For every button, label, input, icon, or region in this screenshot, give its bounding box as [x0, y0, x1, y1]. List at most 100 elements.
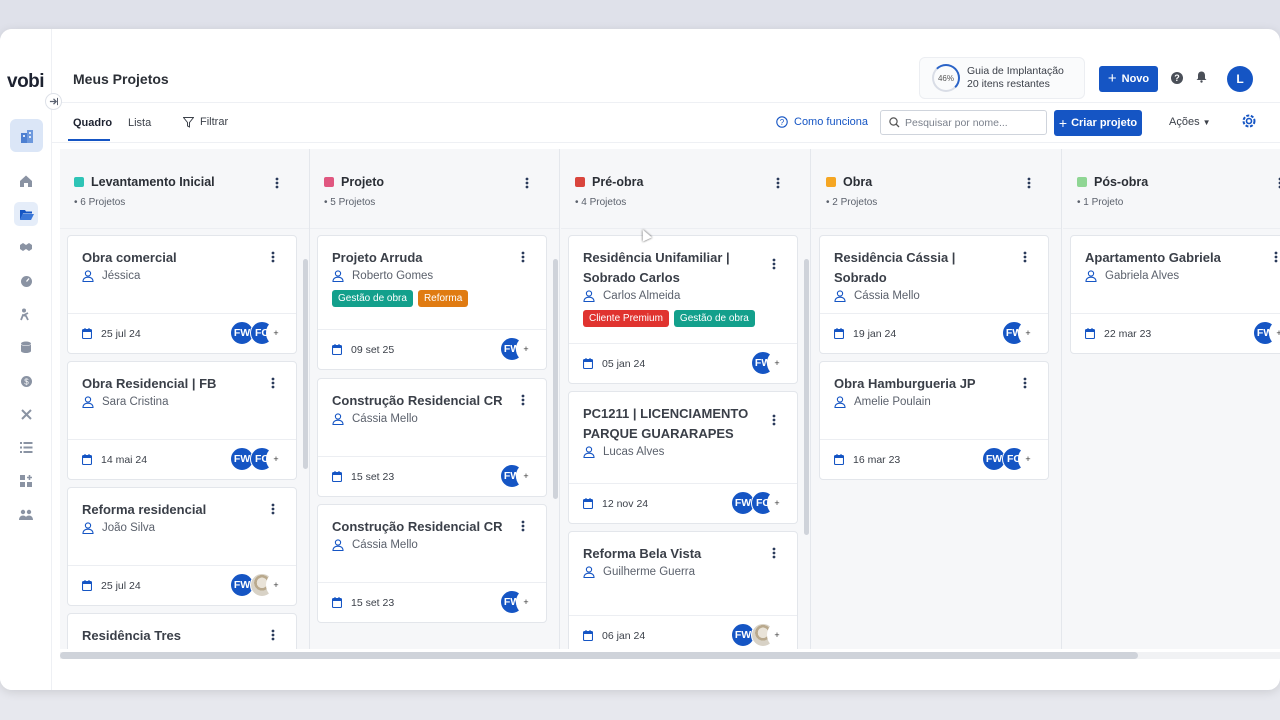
card-menu-button[interactable] [268, 251, 278, 263]
horizontal-scrollbar[interactable] [60, 652, 1138, 659]
assignee-avatars[interactable]: FW FC + [230, 447, 286, 471]
project-title[interactable]: Obra comercial [82, 248, 282, 268]
card-menu-button[interactable] [1020, 251, 1030, 263]
card-menu-button[interactable] [769, 414, 779, 426]
tag-badge[interactable]: Gestão de obra [673, 310, 755, 327]
project-card[interactable]: PC1211 | LICENCIAMENTO PARQUE GUARARAPES… [568, 391, 798, 524]
tag-badge[interactable]: Reforma [417, 290, 469, 307]
project-title[interactable]: Residência Cássia | Sobrado [834, 248, 1034, 288]
assignee-avatars[interactable]: FW+ [1253, 321, 1280, 345]
sidebar-item-apps[interactable] [14, 469, 38, 493]
column-menu-button[interactable] [1024, 177, 1034, 189]
bell-icon[interactable] [1196, 71, 1207, 86]
assignee-avatars[interactable]: FW+ [230, 573, 286, 597]
filter-button[interactable]: Filtrar [183, 116, 228, 128]
add-assignee-button[interactable]: + [1018, 321, 1038, 345]
assignee-avatars[interactable]: FW+ [500, 590, 536, 614]
project-title[interactable]: Obra Residencial | FB [82, 374, 282, 394]
assignee-avatars[interactable]: FW FC + [731, 491, 787, 515]
add-assignee-button[interactable]: + [767, 491, 787, 515]
implementation-guide[interactable]: 46% Guia de Implantação 20 itens restant… [919, 57, 1085, 99]
project-title[interactable]: Residência Tres [82, 626, 282, 646]
column-scrollbar[interactable] [303, 259, 308, 469]
column-menu-button[interactable] [522, 177, 532, 189]
assignee-avatars[interactable]: FW+ [500, 337, 536, 361]
tag-badge[interactable]: Cliente Premium [583, 310, 669, 327]
sidebar-item-tools[interactable] [14, 402, 38, 426]
sidebar-item-finance[interactable]: $ [14, 369, 38, 393]
settings-gear-icon[interactable] [1240, 112, 1258, 135]
sidebar-item-home[interactable] [14, 169, 38, 193]
add-assignee-button[interactable]: + [767, 351, 787, 375]
sidebar-item-team[interactable] [14, 502, 38, 526]
column-scrollbar[interactable] [553, 259, 558, 499]
project-card[interactable]: Residência Tres [67, 613, 297, 649]
project-title[interactable]: Obra Hamburgueria JP [834, 374, 1034, 394]
project-card[interactable]: Obra Residencial | FB Sara Cristina 14 mai… [67, 361, 297, 480]
assignee-avatars[interactable]: FW+ [751, 351, 787, 375]
project-title[interactable]: Projeto Arruda [332, 248, 532, 268]
tab-quadro[interactable]: Quadro [73, 117, 112, 129]
help-icon[interactable]: ? [1171, 72, 1183, 84]
create-project-button[interactable]: + Criar projeto [1054, 110, 1142, 136]
card-menu-button[interactable] [1271, 251, 1280, 263]
project-title[interactable]: Apartamento Gabriela [1085, 248, 1280, 268]
column-menu-button[interactable] [1275, 177, 1280, 189]
column-menu-button[interactable] [773, 177, 783, 189]
card-menu-button[interactable] [268, 629, 278, 641]
card-menu-button[interactable] [518, 520, 528, 532]
vobi-logo[interactable]: vobi [7, 71, 45, 93]
project-title[interactable]: Residência Unifamiliar | Sobrado Carlos [583, 248, 783, 288]
project-card[interactable]: Obra Hamburgueria JP Amelie Poulain 16 mar… [819, 361, 1049, 480]
card-menu-button[interactable] [769, 547, 779, 559]
add-assignee-button[interactable]: + [516, 590, 536, 614]
card-menu-button[interactable] [769, 258, 779, 270]
card-menu-button[interactable] [518, 394, 528, 406]
card-menu-button[interactable] [268, 503, 278, 515]
project-card[interactable]: Residência Unifamiliar | Sobrado Carlos C… [568, 235, 798, 384]
tag-badge[interactable]: Gestão de obra [332, 290, 413, 307]
sidebar-item-handshake[interactable] [14, 235, 38, 259]
new-button[interactable]: + Novo [1099, 66, 1158, 92]
project-title[interactable]: Construção Residencial CR [332, 517, 532, 537]
assignee-avatars[interactable]: FW+ [500, 464, 536, 488]
assignee-avatars[interactable]: FW+ [1002, 321, 1038, 345]
assignee-avatars[interactable]: FW FC + [230, 321, 286, 345]
project-card[interactable]: Reforma residencial João Silva 25 jul 24 FW… [67, 487, 297, 606]
assignee-avatars[interactable]: FW FC + [982, 447, 1038, 471]
how-it-works-link[interactable]: ? Como funciona [776, 116, 868, 128]
project-title[interactable]: PC1211 | LICENCIAMENTO PARQUE GUARARAPES [583, 404, 783, 444]
actions-dropdown[interactable]: Ações ▼ [1169, 116, 1211, 128]
project-card[interactable]: Apartamento Gabriela Gabriela Alves 22 mar… [1070, 235, 1280, 354]
project-card[interactable]: Projeto Arruda Roberto Gomes Gestão de obr… [317, 235, 547, 370]
card-menu-button[interactable] [1020, 377, 1030, 389]
tab-lista[interactable]: Lista [128, 117, 151, 129]
project-card[interactable]: Construção Residencial CR Cássia Mello 15 … [317, 378, 547, 497]
collapse-sidebar-button[interactable] [45, 93, 62, 110]
project-card[interactable]: Residência Cássia | Sobrado Cássia Mello 1… [819, 235, 1049, 354]
add-assignee-button[interactable]: + [266, 447, 286, 471]
project-title[interactable]: Construção Residencial CR [332, 391, 532, 411]
project-card[interactable]: Reforma Bela Vista Guilherme Guerra 06 jan… [568, 531, 798, 649]
add-assignee-button[interactable]: + [266, 321, 286, 345]
add-assignee-button[interactable]: + [1018, 447, 1038, 471]
search-input[interactable] [905, 116, 1035, 129]
sidebar-item-workers[interactable] [14, 302, 38, 326]
add-assignee-button[interactable]: + [767, 623, 787, 647]
card-menu-button[interactable] [518, 251, 528, 263]
sidebar-item-list[interactable] [14, 435, 38, 459]
sidebar-item-dashboard[interactable] [14, 269, 38, 293]
assignee-avatars[interactable]: FW+ [731, 623, 787, 647]
project-title[interactable]: Reforma Bela Vista [583, 544, 783, 564]
add-assignee-button[interactable]: + [516, 464, 536, 488]
add-assignee-button[interactable]: + [516, 337, 536, 361]
sidebar-item-buildings[interactable] [10, 119, 43, 152]
sidebar-item-database[interactable] [14, 335, 38, 359]
project-card[interactable]: Construção Residencial CR Cássia Mello 15 … [317, 504, 547, 623]
project-title[interactable]: Reforma residencial [82, 500, 282, 520]
project-card[interactable]: Obra comercial Jéssica 25 jul 24 FW FC + [67, 235, 297, 354]
column-menu-button[interactable] [272, 177, 282, 189]
sidebar-item-projects[interactable] [14, 202, 38, 226]
card-menu-button[interactable] [268, 377, 278, 389]
column-scrollbar[interactable] [804, 259, 809, 535]
